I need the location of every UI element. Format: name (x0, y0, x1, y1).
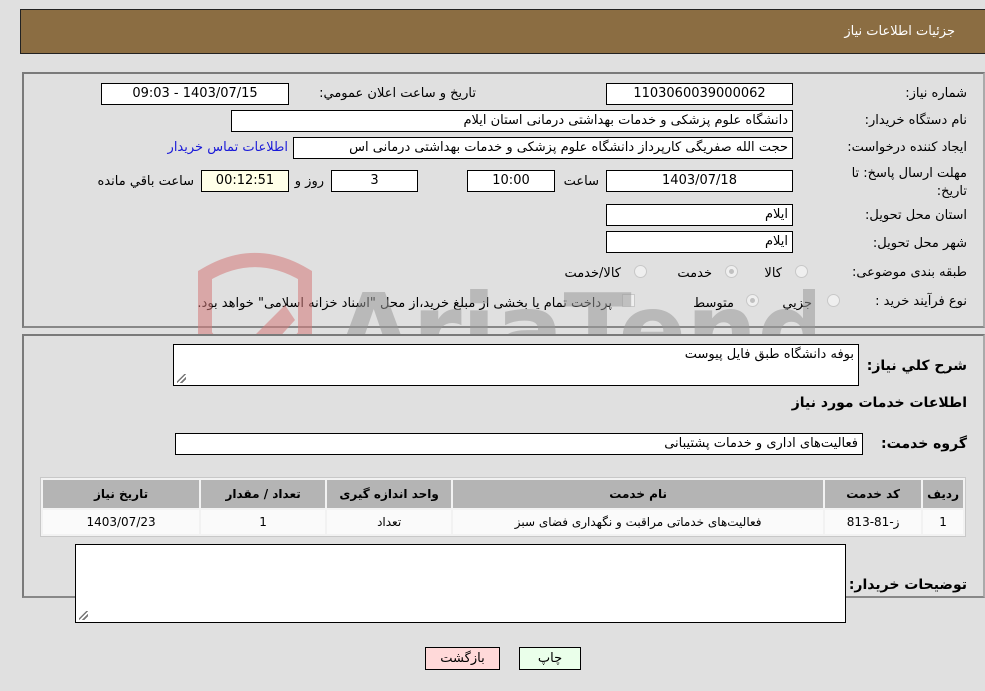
purchase-radio-minor[interactable] (827, 294, 840, 307)
services-table: ردیف کد خدمت نام خدمت واحد اندازه گیری ت… (40, 477, 966, 537)
page-header: جزئیات اطلاعات نیاز (20, 9, 985, 54)
remaining-label: ساعت باقي مانده (97, 174, 194, 189)
purchase-type-label: نوع فرآیند خرید : (875, 294, 967, 309)
col-header-quantity: تعداد / مقدار (201, 480, 326, 508)
col-header-service-name: نام خدمت (453, 480, 824, 508)
table-row: 1 ز-81-813 فعالیت‌های خدماتی مراقبت و نگ… (43, 510, 963, 534)
requester-field[interactable]: حجت الله صفریگی کارپرداز دانشگاه علوم پز… (293, 137, 793, 159)
buyer-contact-link[interactable]: اطلاعات تماس خریدار (168, 140, 288, 155)
delivery-province-label: استان محل تحویل: (865, 208, 967, 223)
deadline-time-label: ساعت (563, 174, 599, 189)
cell-service-name: فعالیت‌های خدماتی مراقبت و نگهداری فضای … (453, 510, 824, 534)
table-header-row: ردیف کد خدمت نام خدمت واحد اندازه گیری ت… (43, 480, 963, 508)
services-heading: اطلاعات خدمات مورد نیاز (791, 395, 967, 411)
delivery-province-field[interactable]: ایلام (606, 204, 793, 226)
cell-unit: تعداد (327, 510, 452, 534)
resize-grip-icon[interactable] (177, 374, 186, 383)
remaining-time-field: 00:12:51 (201, 170, 289, 192)
category-option-goods: کالا (764, 266, 782, 281)
col-header-need-date: تاریخ نیاز (43, 480, 200, 508)
delivery-city-field[interactable]: ایلام (606, 231, 793, 253)
announce-datetime-field[interactable]: 1403/07/15 - 09:03 (101, 83, 289, 105)
announce-datetime-label: تاريخ و ساعت اعلان عمومي: (319, 86, 476, 101)
cell-row-number: 1 (923, 510, 963, 534)
category-label: طبقه بندی موضوعی: (851, 265, 967, 280)
treasury-checkbox[interactable] (622, 294, 635, 307)
buyer-notes-label: توضیحات خریدار: (848, 577, 967, 593)
page-title: جزئیات اطلاعات نیاز (844, 24, 955, 39)
service-group-field[interactable]: فعالیت‌های اداری و خدمات پشتیبانی (175, 433, 863, 455)
requester-label: ایجاد کننده درخواست: (847, 140, 967, 155)
deadline-days-field[interactable]: 3 (331, 170, 418, 192)
treasury-note: پرداخت تمام یا بخشی از مبلغ خرید،از محل … (197, 296, 612, 311)
buyer-org-label: نام دستگاه خریدار: (864, 113, 967, 128)
cell-need-date: 1403/07/23 (43, 510, 200, 534)
need-number-field[interactable]: 1103060039000062 (606, 83, 793, 105)
resize-grip-icon[interactable] (79, 611, 88, 620)
category-radio-goods-service[interactable] (634, 265, 647, 278)
print-button[interactable]: چاپ (519, 647, 581, 670)
back-button[interactable]: بازگشت (425, 647, 500, 670)
description-label: شرح کلي نياز: (866, 358, 967, 374)
category-option-service: خدمت (677, 266, 712, 281)
buyer-notes-textarea[interactable] (75, 544, 846, 623)
service-group-label: گروه خدمت: (881, 436, 967, 452)
col-header-row-number: ردیف (923, 480, 963, 508)
deadline-date-field[interactable]: 1403/07/18 (606, 170, 793, 192)
days-label: روز و (294, 174, 324, 189)
need-number-label: شماره نیاز: (905, 86, 967, 101)
cell-service-code: ز-81-813 (825, 510, 922, 534)
category-radio-service[interactable] (725, 265, 738, 278)
cell-quantity: 1 (201, 510, 326, 534)
delivery-city-label: شهر محل تحویل: (872, 236, 967, 251)
purchase-radio-medium[interactable] (746, 294, 759, 307)
deadline-time-field[interactable]: 10:00 (467, 170, 555, 192)
description-text: بوفه دانشگاه طبق فایل پیوست (684, 347, 854, 362)
purchase-option-minor: جزيي (782, 296, 812, 311)
deadline-label: مهلت ارسال پاسخ: تا تاریخ: (851, 166, 967, 199)
col-header-service-code: کد خدمت (825, 480, 922, 508)
purchase-option-medium: متوسط (693, 296, 734, 311)
category-radio-goods[interactable] (795, 265, 808, 278)
category-option-goods-service: کالا/خدمت (564, 266, 621, 281)
description-textarea[interactable]: بوفه دانشگاه طبق فایل پیوست (173, 344, 859, 386)
col-header-unit: واحد اندازه گیری (327, 480, 452, 508)
buyer-org-field[interactable]: دانشگاه علوم پزشکی و خدمات بهداشتی درمان… (231, 110, 793, 132)
